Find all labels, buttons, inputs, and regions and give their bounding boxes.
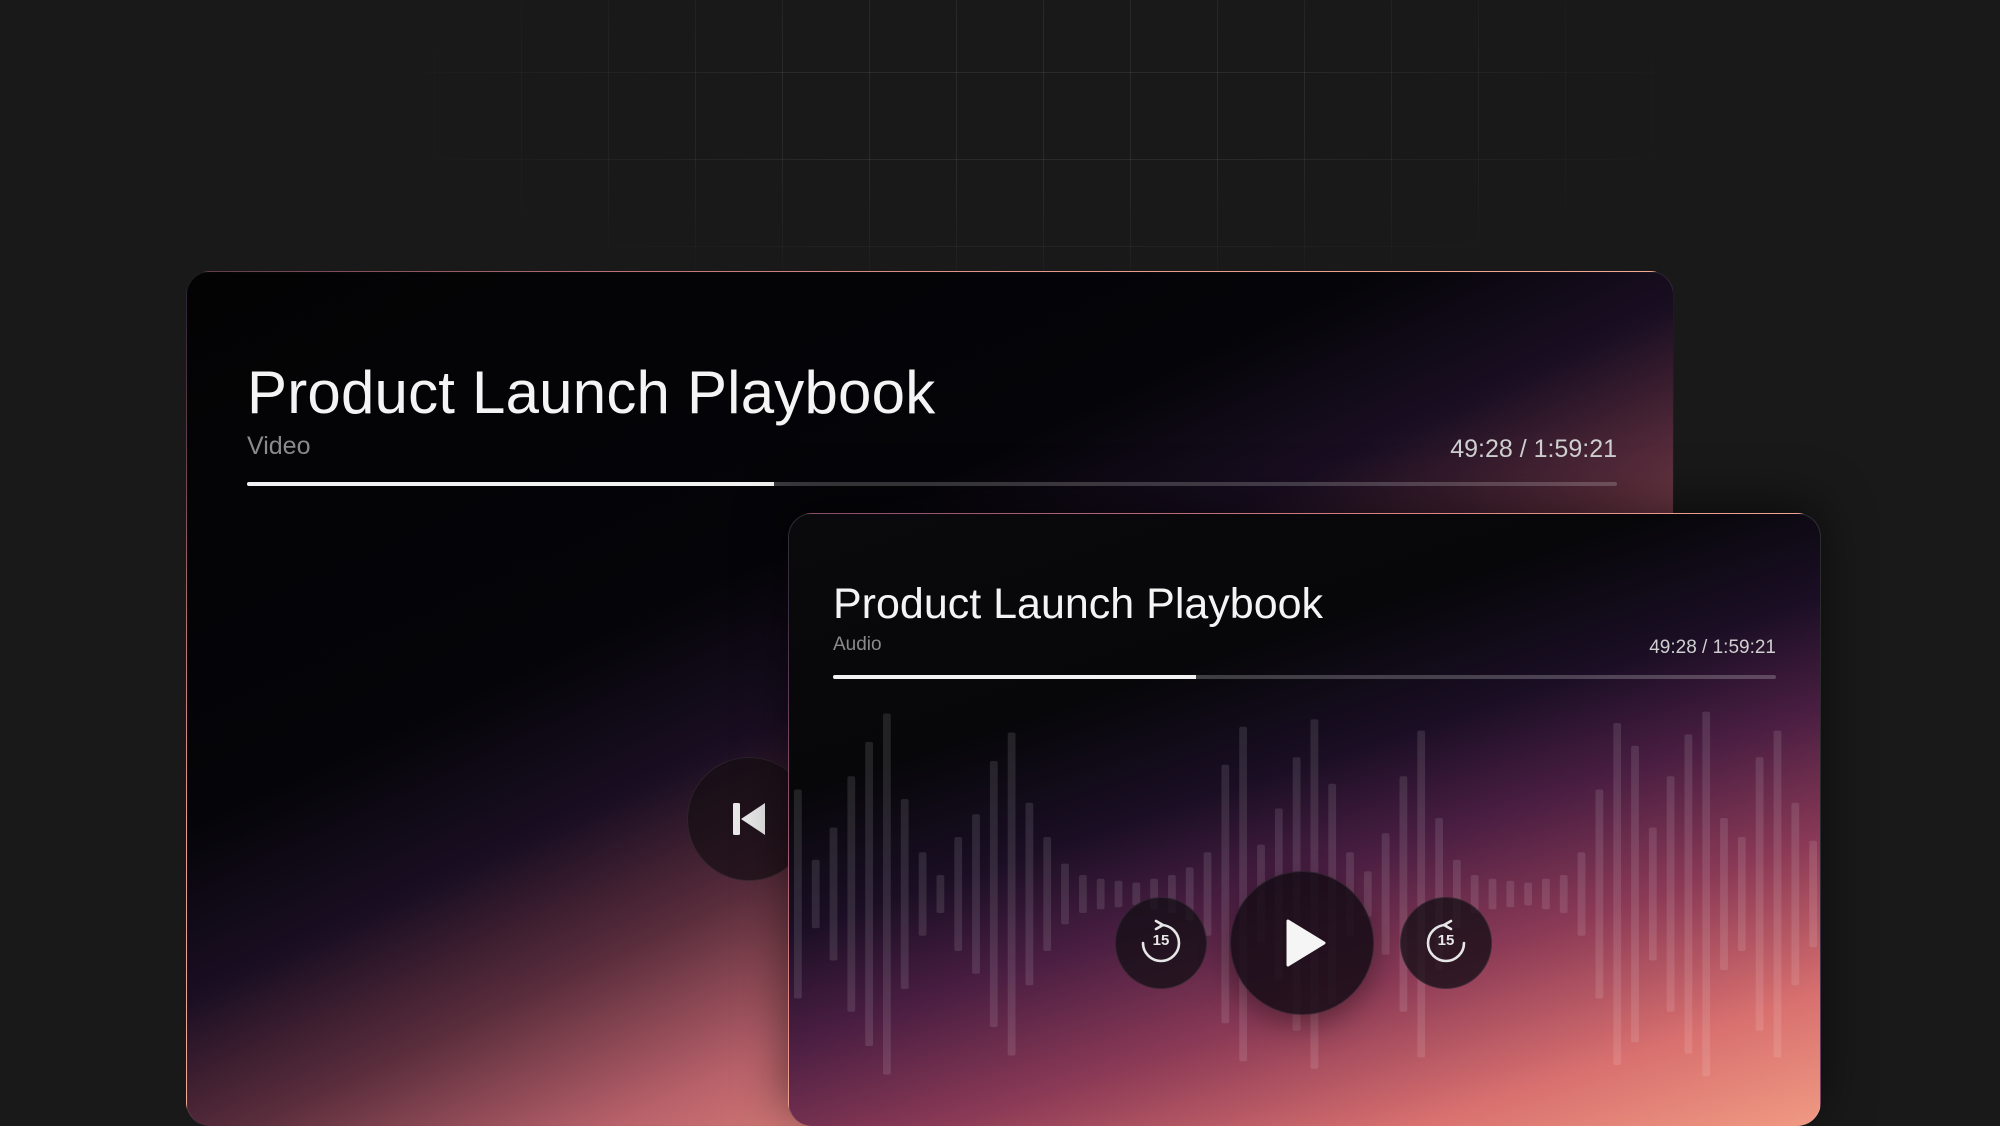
waveform-bar <box>829 827 838 961</box>
waveform-bar <box>918 852 927 936</box>
video-media-type: Video <box>247 432 311 460</box>
waveform-bar <box>1399 776 1408 1012</box>
waveform-bar <box>1417 730 1426 1058</box>
waveform-bar <box>794 789 802 999</box>
waveform-bar <box>1809 840 1817 948</box>
audio-progress-fill <box>833 675 1197 679</box>
waveform-bar <box>1666 776 1675 1012</box>
waveform-bar <box>900 799 909 989</box>
waveform-bar <box>1203 852 1212 936</box>
waveform-bar <box>1737 837 1746 951</box>
waveform-bar <box>865 742 873 1046</box>
waveform-bar <box>1720 818 1728 970</box>
waveform-bar <box>1791 802 1800 986</box>
video-progress-bar[interactable] <box>247 482 1617 486</box>
waveform-bar <box>954 837 963 951</box>
skip-previous-icon <box>733 803 765 835</box>
audio-player-card: Product Launch Playbook Audio 49:28 / 1:… <box>788 513 1821 1126</box>
waveform-bar <box>1702 711 1711 1077</box>
waveform-bar <box>1613 723 1622 1065</box>
video-time-readout: 49:28 / 1:59:21 <box>1450 435 1617 463</box>
play-icon <box>1286 919 1326 967</box>
audio-time-readout: 49:28 / 1:59:21 <box>1649 637 1776 658</box>
waveform-bar <box>1025 802 1034 986</box>
audio-progress-bar[interactable] <box>833 675 1776 679</box>
background-grid <box>420 0 1660 290</box>
waveform-bar <box>1684 734 1693 1054</box>
rewind-15-button[interactable]: 15 <box>1115 897 1207 989</box>
forward-15-button[interactable]: 15 <box>1400 897 1492 989</box>
waveform-bar <box>1079 875 1087 913</box>
waveform-bar <box>1007 732 1016 1056</box>
waveform-bar <box>1559 875 1568 913</box>
waveform-bar <box>1096 878 1105 910</box>
video-progress-fill <box>247 482 775 486</box>
waveform-bar <box>1239 726 1247 1062</box>
waveform-bar <box>1506 880 1515 908</box>
waveform-bar <box>1488 878 1497 910</box>
waveform-bar <box>989 761 998 1027</box>
waveform-bar <box>847 776 856 1012</box>
waveform-bar <box>811 859 820 929</box>
waveform-bar <box>1043 837 1052 951</box>
audio-media-type: Audio <box>833 634 882 655</box>
waveform-bar <box>1648 827 1657 961</box>
waveform-bar <box>1755 757 1764 1031</box>
waveform-bar <box>1542 878 1550 910</box>
waveform-bar <box>1061 863 1069 925</box>
rewind-15-icon <box>1141 919 1181 963</box>
audio-title: Product Launch Playbook <box>833 580 1324 628</box>
waveform-bar <box>1381 833 1390 955</box>
waveform-bar <box>883 713 891 1075</box>
waveform-bar <box>1221 764 1230 1024</box>
play-button[interactable] <box>1230 871 1374 1015</box>
waveform-bar <box>1631 745 1639 1043</box>
waveform-bar <box>1595 789 1604 999</box>
waveform-bar <box>1577 852 1586 936</box>
waveform-bar <box>1524 882 1532 906</box>
waveform-bar <box>936 875 945 913</box>
forward-15-icon <box>1426 919 1466 963</box>
video-title: Product Launch Playbook <box>247 359 936 426</box>
waveform-bar <box>972 814 980 974</box>
waveform-bar <box>1114 880 1123 908</box>
waveform-bar <box>1773 730 1782 1058</box>
